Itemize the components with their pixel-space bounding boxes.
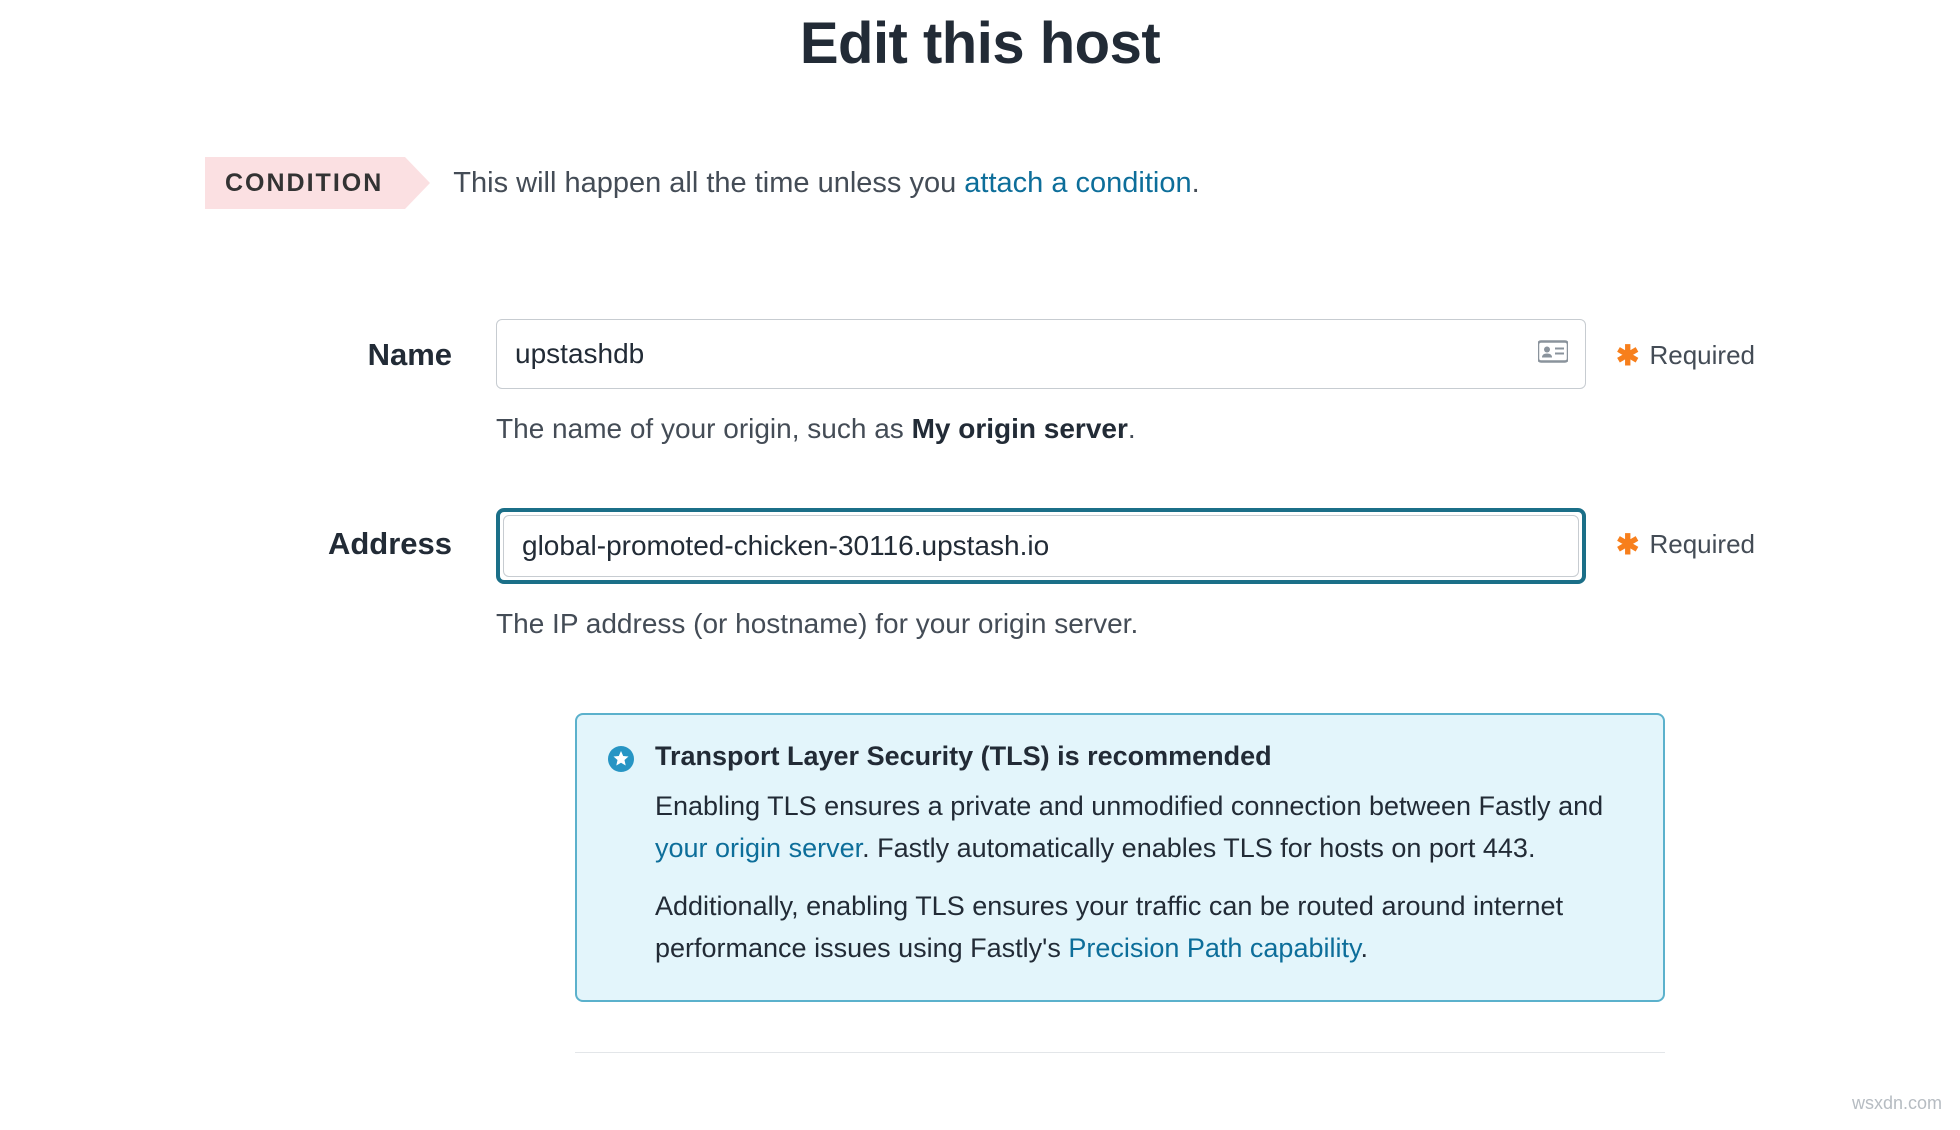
address-helper: The IP address (or hostname) for your or…	[496, 604, 1586, 643]
star-badge-icon	[607, 745, 635, 773]
name-input[interactable]	[496, 319, 1586, 389]
name-helper-suffix: .	[1128, 413, 1136, 444]
condition-badge-label: CONDITION	[225, 169, 383, 198]
section-divider	[575, 1052, 1665, 1053]
page-title: Edit this host	[205, 10, 1755, 77]
condition-text-suffix: .	[1192, 167, 1200, 199]
name-helper: The name of your origin, such as My orig…	[496, 409, 1586, 448]
tls-info-p2: Additionally, enabling TLS ensures your …	[655, 886, 1633, 970]
name-label: Name	[368, 337, 452, 372]
address-label: Address	[328, 526, 452, 561]
watermark: wsxdn.com	[1852, 1093, 1942, 1114]
precision-path-link[interactable]: Precision Path capability	[1068, 933, 1360, 963]
address-required-label: Required	[1649, 529, 1755, 560]
tls-info-title: Transport Layer Security (TLS) is recomm…	[655, 741, 1633, 772]
required-star-icon: ✱	[1616, 339, 1639, 372]
address-input[interactable]	[503, 515, 1579, 577]
name-helper-prefix: The name of your origin, such as	[496, 413, 912, 444]
name-helper-bold: My origin server	[912, 413, 1128, 444]
name-required-label: Required	[1649, 340, 1755, 371]
tls-p1-b: . Fastly automatically enables TLS for h…	[862, 833, 1535, 863]
tls-p1-a: Enabling TLS ensures a private and unmod…	[655, 791, 1603, 821]
condition-badge: CONDITION	[205, 157, 405, 209]
tls-info-p1: Enabling TLS ensures a private and unmod…	[655, 786, 1633, 870]
your-origin-server-link[interactable]: your origin server	[655, 833, 862, 863]
required-star-icon: ✱	[1616, 528, 1639, 561]
attach-condition-link[interactable]: attach a condition	[964, 167, 1191, 199]
tls-info-box: Transport Layer Security (TLS) is recomm…	[575, 713, 1665, 1001]
tls-p2-b: .	[1360, 933, 1368, 963]
id-card-icon	[1538, 340, 1568, 369]
condition-text-prefix: This will happen all the time unless you	[453, 167, 964, 199]
condition-text: This will happen all the time unless you…	[453, 167, 1199, 200]
